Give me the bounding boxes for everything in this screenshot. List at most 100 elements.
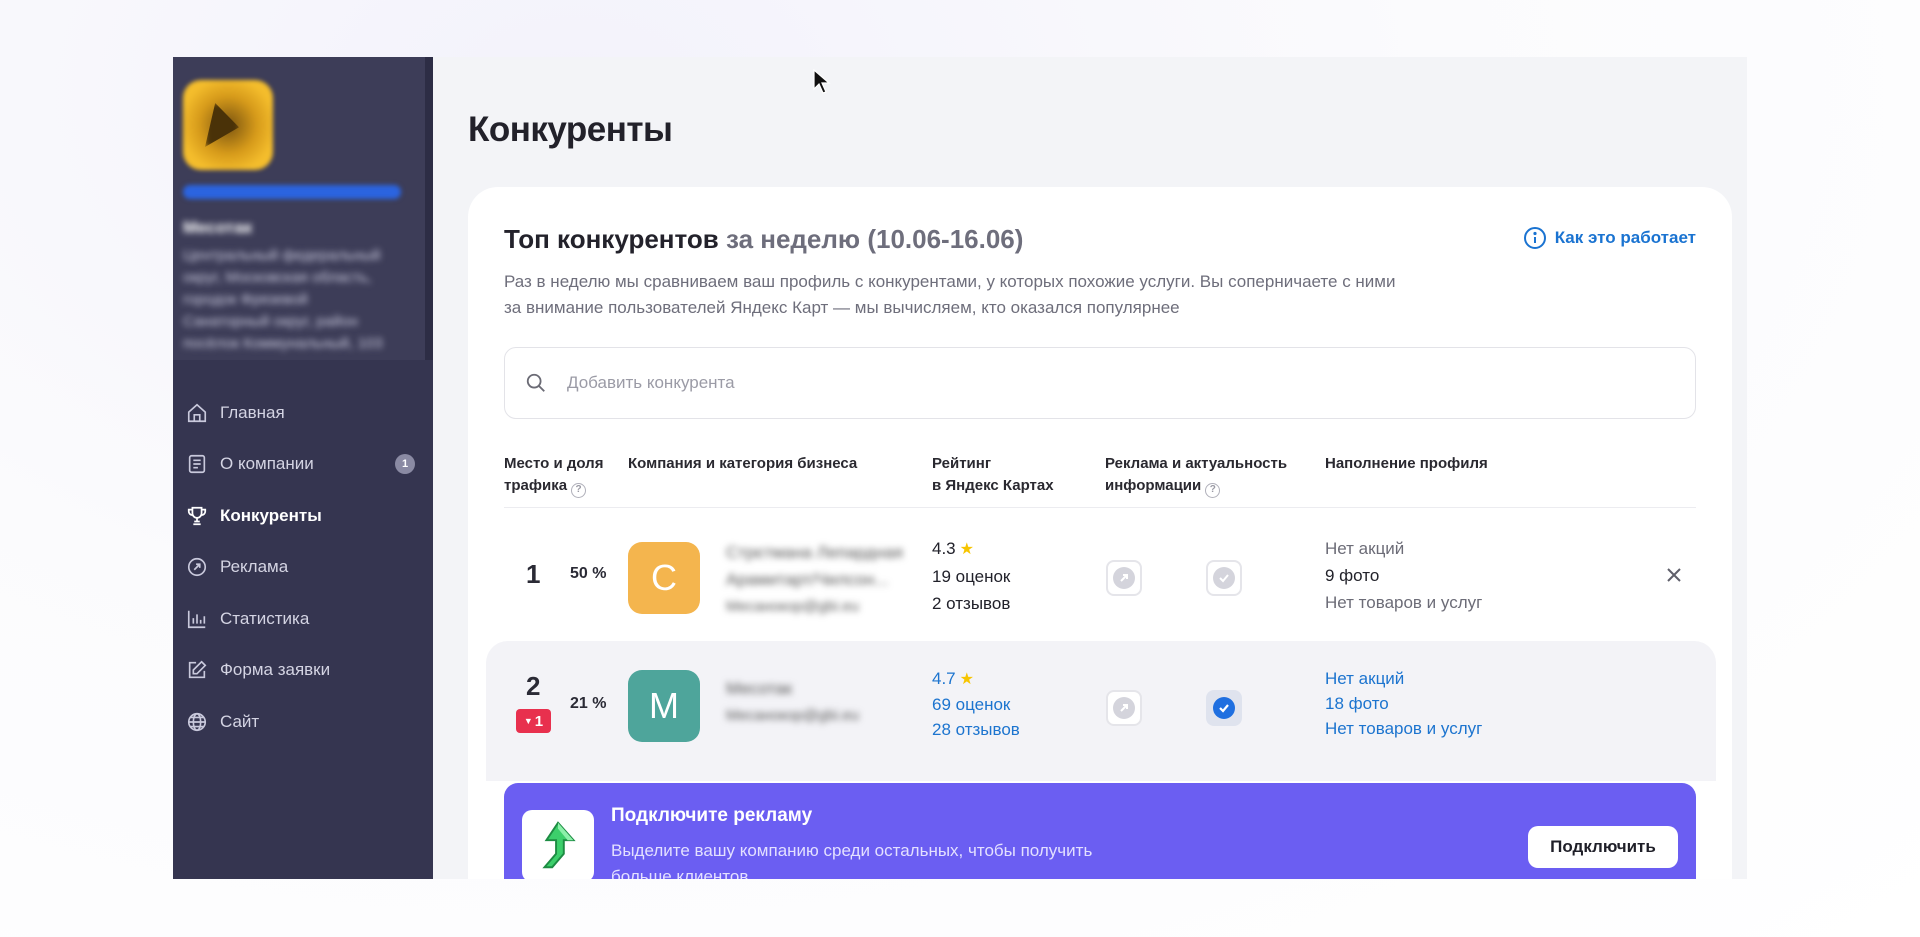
- business-profile[interactable]: Месотак Центральный федеральный округ, М…: [173, 57, 433, 360]
- sidebar-item-request-form[interactable]: Форма заявки: [173, 645, 433, 697]
- card-heading-main: Топ конкурентов: [504, 224, 719, 254]
- promo-title: Подключите рекламу: [611, 805, 813, 826]
- reviews-count: 2 отзывов: [932, 594, 1011, 613]
- promos-status[interactable]: Нет акций: [1325, 666, 1482, 691]
- business-address-line: округ, Московская область,: [183, 269, 372, 286]
- ads-inactive-icon: [1113, 567, 1135, 589]
- how-it-works-link[interactable]: Как это работает: [1523, 226, 1696, 250]
- profile-progress-bar: [183, 185, 401, 199]
- sidebar-item-statistics[interactable]: Статистика: [173, 593, 433, 645]
- competitor-avatar: М: [628, 670, 700, 742]
- arrow-down-icon: ▼: [523, 716, 533, 726]
- globe-icon: [185, 710, 209, 734]
- rank-change-badge: ▼ 1: [516, 709, 551, 733]
- remove-competitor-close-icon[interactable]: [1662, 563, 1686, 587]
- document-icon: [185, 452, 209, 476]
- trophy-icon: [185, 504, 209, 528]
- table-row[interactable]: 1 50 % С Стрєтмана Лепардная Арамитарт/Ч…: [504, 511, 1696, 639]
- competitor-info[interactable]: Стрєтмана Лепардная Арамитарт/Чилсон... …: [726, 539, 903, 620]
- ratings-count[interactable]: 69 оценок: [932, 692, 1020, 717]
- competitor-info[interactable]: Месотак Месанокор@gbi.eu: [726, 675, 859, 729]
- column-header-label: трафика: [504, 477, 568, 494]
- help-icon[interactable]: ?: [1205, 482, 1221, 498]
- help-icon[interactable]: ?: [571, 482, 587, 498]
- sidebar-item-label: Статистика: [220, 608, 310, 628]
- business-address-line: посёлок Коммунальный, 103: [183, 335, 383, 352]
- profile-fill: Нет акций 9 фото Нет товаров и услуг: [1325, 535, 1482, 616]
- info-actuality-indicator[interactable]: [1206, 560, 1242, 596]
- column-header-rating: Рейтинг в Яндекс Картах: [932, 453, 1054, 497]
- sidebar-nav: Главная О компании 1 Конкуренты Реклама: [173, 387, 433, 748]
- ads-status-indicator[interactable]: [1106, 560, 1142, 596]
- info-icon: [1523, 227, 1546, 249]
- competitor-rating: 4.7 ★ 69 оценок 28 отзывов: [932, 666, 1020, 742]
- sidebar-item-ads[interactable]: Реклама: [173, 542, 433, 594]
- column-header-ads: Реклама и актуальность информации?: [1105, 453, 1287, 498]
- ads-promo-banner: Подключите рекламу Выделите вашу компани…: [504, 783, 1696, 879]
- business-address-line: Центральный федеральный: [183, 247, 381, 264]
- sidebar-item-competitors[interactable]: Конкуренты: [173, 490, 433, 542]
- competitor-name: Стрєтмана Лепардная: [726, 543, 903, 562]
- competitor-contact: Месанокор@gbi.eu: [726, 598, 859, 615]
- growth-arrow-icon: [522, 810, 594, 879]
- ads-status-indicator[interactable]: [1106, 690, 1142, 726]
- competitor-place: 2: [526, 671, 541, 701]
- bar-chart-icon: [185, 607, 209, 631]
- info-actuality-indicator[interactable]: [1206, 690, 1242, 726]
- page-title: Конкуренты: [468, 110, 673, 149]
- competitor-name: Месотак: [726, 679, 793, 698]
- card-description: Раз в неделю мы сравниваем ваш профиль с…: [504, 272, 1396, 317]
- column-header-label: Место и доля: [504, 455, 604, 472]
- sidebar-item-home[interactable]: Главная: [173, 387, 433, 439]
- edit-icon: [185, 658, 209, 682]
- add-competitor-input[interactable]: [567, 373, 1647, 393]
- column-header-label: информации: [1105, 477, 1202, 494]
- promos-status: Нет акций: [1325, 539, 1405, 558]
- app-window: Месотак Центральный федеральный округ, М…: [173, 57, 1747, 879]
- sidebar-item-label: Реклама: [220, 557, 289, 577]
- ads-inactive-icon: [1113, 697, 1135, 719]
- table-row-own-business[interactable]: 2 ▼ 1 21 % М Месотак Месанокор@gbi.eu 4.7…: [486, 641, 1716, 781]
- profile-fill: Нет акций 18 фото Нет товаров и услуг: [1325, 666, 1482, 741]
- column-header-label: в Яндекс Картах: [932, 477, 1054, 494]
- sidebar-item-label: О компании: [220, 454, 314, 474]
- star-icon: ★: [959, 541, 974, 558]
- business-address-line: городок Фрязевой: [183, 291, 308, 308]
- goods-status[interactable]: Нет товаров и услуг: [1325, 716, 1482, 741]
- column-header-place: Место и доля трафика?: [504, 453, 603, 498]
- main-content: Конкуренты Топ конкурентов за неделю (10…: [433, 57, 1747, 879]
- card-heading: Топ конкурентов за неделю (10.06-16.06): [504, 224, 1023, 255]
- competitors-card: Топ конкурентов за неделю (10.06-16.06) …: [468, 187, 1732, 879]
- traffic-share: 21 %: [570, 695, 607, 712]
- traffic-share: 50 %: [570, 565, 607, 582]
- competitor-category: Арамитарт/Чилсон...: [726, 570, 889, 589]
- sidebar-item-site[interactable]: Сайт: [173, 696, 433, 748]
- goods-status: Нет товаров и услуг: [1325, 593, 1483, 612]
- sidebar-item-label: Конкуренты: [220, 505, 322, 525]
- photos-count: 9 фото: [1325, 566, 1380, 585]
- rank-change-value: 1: [534, 712, 544, 730]
- column-header-profile: Наполнение профиля: [1325, 455, 1488, 472]
- competitor-place: 1: [526, 559, 541, 589]
- add-competitor-search[interactable]: [504, 347, 1696, 419]
- compass-icon: [185, 555, 209, 579]
- connect-ads-button[interactable]: Подключить: [1528, 826, 1678, 868]
- sidebar-item-label: Главная: [220, 402, 285, 422]
- how-it-works-label: Как это работает: [1554, 228, 1696, 247]
- ratings-count: 19 оценок: [932, 567, 1011, 586]
- verified-check-icon: [1213, 697, 1235, 719]
- check-inactive-icon: [1213, 567, 1235, 589]
- home-icon: [185, 401, 209, 425]
- competitor-avatar: С: [628, 542, 700, 614]
- column-header-company: Компания и категория бизнеса: [628, 455, 858, 472]
- reviews-count[interactable]: 28 отзывов: [932, 717, 1020, 742]
- business-name: Месотак: [183, 218, 253, 237]
- promo-description: Выделите вашу компанию среди остальных, …: [611, 841, 1093, 879]
- photos-count[interactable]: 18 фото: [1325, 691, 1482, 716]
- column-header-label: Реклама и актуальность: [1105, 455, 1288, 472]
- card-heading-period: за неделю (10.06-16.06): [725, 224, 1024, 254]
- sidebar-item-label: Форма заявки: [220, 660, 331, 680]
- notification-badge: 1: [395, 454, 415, 475]
- mouse-cursor-icon: [813, 69, 831, 94]
- sidebar-item-about[interactable]: О компании 1: [173, 439, 433, 491]
